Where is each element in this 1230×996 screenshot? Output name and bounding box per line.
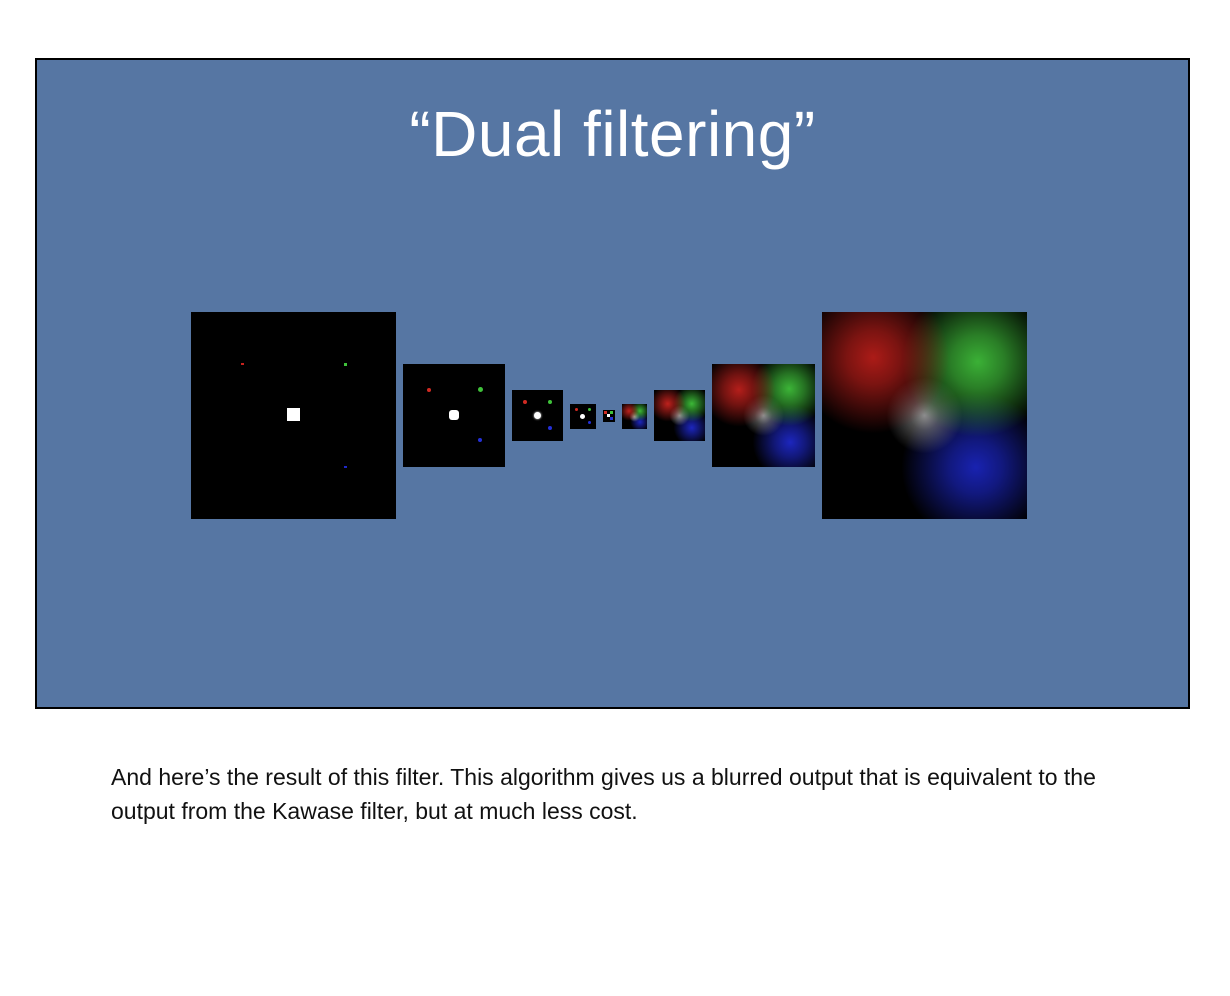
- blue-dot: [478, 438, 482, 442]
- red-dot: [241, 363, 244, 365]
- speaker-notes: And here’s the result of this filter. Th…: [111, 764, 1096, 824]
- stage-downsample-4-image: [603, 410, 615, 422]
- green-dot: [548, 400, 552, 404]
- stage-upsample-3-image: [712, 364, 815, 467]
- stage-downsample-3-image: [570, 404, 596, 429]
- stage-downsample-2-image: [512, 390, 563, 441]
- stage-downsample-1-image: [403, 364, 505, 467]
- blue-dot: [344, 466, 347, 468]
- slide: “Dual filtering”: [35, 58, 1190, 709]
- blue-dot: [548, 426, 552, 430]
- blue-dot: [610, 417, 613, 420]
- blue-dot: [588, 421, 591, 424]
- green-dot: [588, 408, 591, 411]
- white-square: [449, 410, 459, 420]
- red-dot: [575, 408, 578, 411]
- stage-upsample-1-image: [622, 404, 647, 429]
- white-dot: [534, 412, 541, 419]
- page: “Dual filtering” And here’s the result o…: [0, 0, 1230, 996]
- green-dot: [610, 411, 613, 414]
- filter-chain: [37, 60, 1188, 707]
- red-dot: [427, 388, 431, 392]
- stage-output-image: [822, 312, 1027, 519]
- stage-upsample-2-image: [654, 390, 705, 441]
- green-dot: [478, 387, 483, 392]
- red-dot: [523, 400, 527, 404]
- stage-input-image: [191, 312, 396, 519]
- white-square: [287, 408, 300, 421]
- green-dot: [344, 363, 347, 366]
- white-dot: [580, 414, 585, 419]
